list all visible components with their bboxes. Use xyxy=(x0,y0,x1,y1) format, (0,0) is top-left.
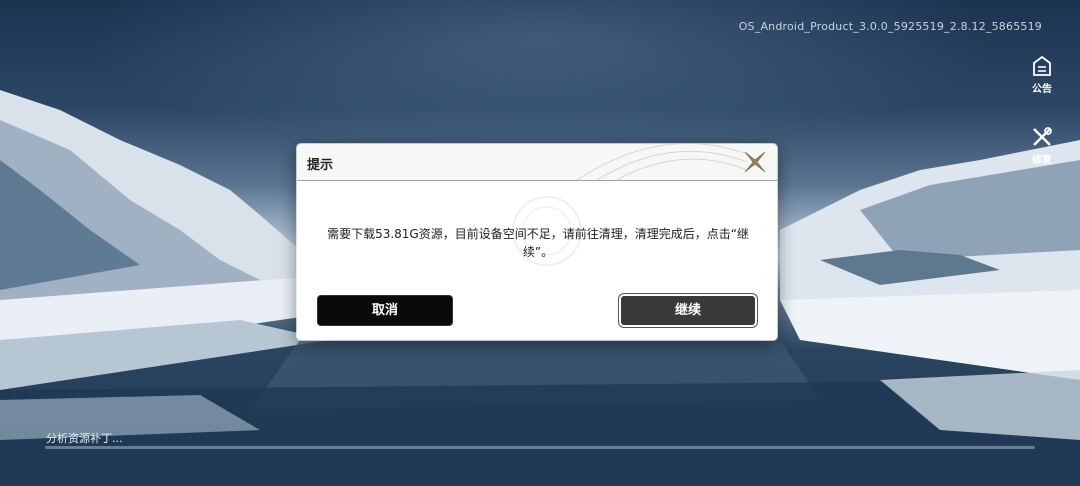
decorative-arcs xyxy=(577,144,747,180)
cancel-button[interactable]: 取消 xyxy=(318,296,452,325)
dialog-header: 提示 xyxy=(297,144,777,181)
close-icon[interactable] xyxy=(743,150,767,174)
repair-button[interactable]: 修复 xyxy=(1026,125,1058,166)
repair-label: 修复 xyxy=(1032,155,1052,166)
progress-bar xyxy=(45,446,1035,449)
wrench-icon xyxy=(1033,127,1052,146)
notice-label: 公告 xyxy=(1032,84,1052,95)
notice-button[interactable]: 公告 xyxy=(1026,54,1058,95)
dialog-title: 提示 xyxy=(307,158,334,173)
status-text: 分析资源补丁... xyxy=(46,432,123,445)
prompt-dialog: 提示 需要下载53.81G资源，目前设备空间不足，请前往清理，清理完成后，点击“… xyxy=(297,144,777,340)
version-label: OS_Android_Product_3.0.0_5925519_2.8.12_… xyxy=(738,20,1042,33)
dialog-message: 需要下载53.81G资源，目前设备空间不足，请前往清理，清理完成后，点击“继续”… xyxy=(327,227,749,259)
continue-button[interactable]: 继续 xyxy=(621,296,755,325)
notice-icon xyxy=(1033,55,1051,76)
